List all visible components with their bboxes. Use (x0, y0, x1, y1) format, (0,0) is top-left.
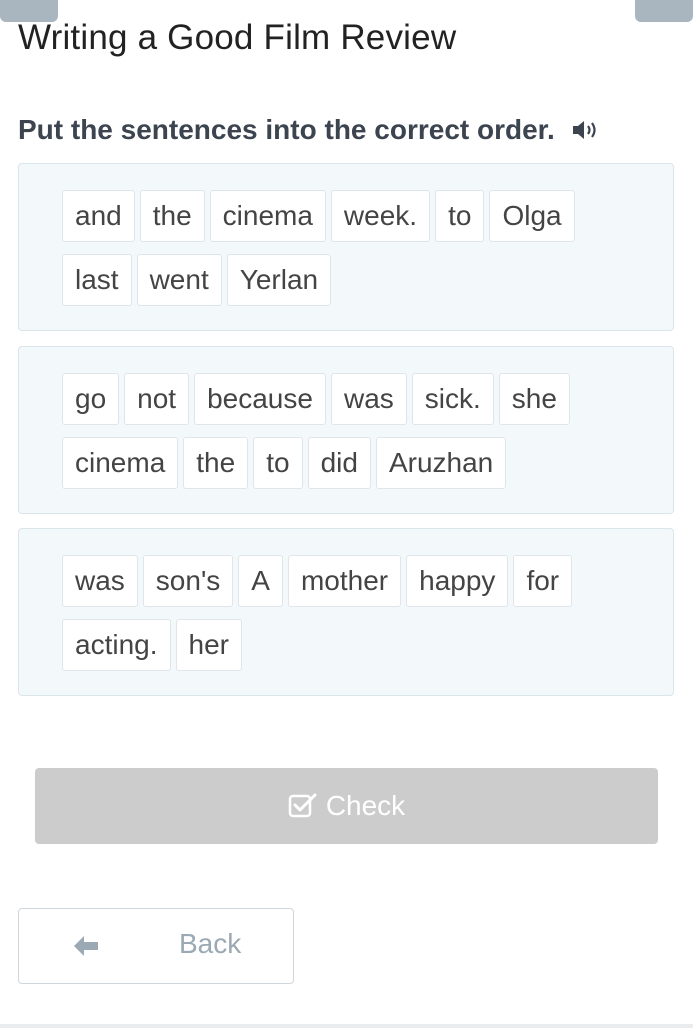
checkbox-check-icon (288, 792, 318, 820)
back-label: Back (179, 928, 242, 959)
word-chip[interactable]: was (330, 373, 407, 425)
word-chip[interactable]: not (124, 373, 190, 425)
word-chip[interactable]: went (136, 254, 222, 306)
word-chip[interactable]: cinema (209, 190, 326, 242)
word-chip[interactable]: did (307, 437, 371, 489)
word-chip[interactable]: acting. (62, 619, 171, 671)
word-row: last went Yerlan (62, 254, 332, 306)
word-chip[interactable]: son's (142, 555, 234, 607)
word-chip[interactable]: week. (330, 190, 431, 242)
instruction: Put the sentences into the correct order… (18, 114, 601, 146)
word-row: acting. her (62, 619, 242, 671)
word-chip[interactable]: to (435, 190, 485, 242)
sentence-panel-3[interactable]: was son's A mother happy for acting. her (18, 528, 674, 696)
page-title: Writing a Good Film Review (18, 18, 457, 57)
word-chip[interactable]: was (62, 555, 138, 607)
word-chip[interactable]: Aruzhan (375, 437, 507, 489)
word-chip[interactable]: and (62, 190, 135, 242)
word-chip[interactable]: happy (406, 555, 509, 607)
word-chip[interactable]: Olga (489, 190, 575, 242)
word-chip[interactable]: go (62, 373, 120, 425)
word-chip[interactable]: last (62, 254, 132, 306)
word-chip[interactable]: cinema (62, 437, 179, 489)
speaker-icon[interactable] (571, 117, 601, 143)
word-chip[interactable]: she (498, 373, 570, 425)
word-chip[interactable]: mother (287, 555, 402, 607)
word-row: and the cinema week. to Olga (62, 190, 575, 242)
sentence-panel-2[interactable]: go not because was sick. she cinema the … (18, 346, 674, 514)
word-row: cinema the to did Aruzhan (62, 437, 507, 489)
word-chip[interactable]: Yerlan (226, 254, 332, 306)
top-right-tab[interactable] (635, 0, 693, 22)
arrow-left-icon (71, 933, 101, 959)
check-label: Check (325, 790, 406, 821)
word-chip[interactable]: A (238, 555, 283, 607)
back-button[interactable]: Back (18, 908, 294, 984)
check-button[interactable]: Check (35, 768, 658, 844)
sentence-panel-1[interactable]: and the cinema week. to Olga last went Y… (18, 163, 674, 331)
word-chip[interactable]: the (183, 437, 249, 489)
word-chip[interactable]: the (139, 190, 205, 242)
word-row: was son's A mother happy for (62, 555, 573, 607)
bottom-divider (0, 1024, 693, 1028)
word-chip[interactable]: to (253, 437, 303, 489)
instruction-text: Put the sentences into the correct order… (18, 114, 555, 145)
word-chip[interactable]: sick. (411, 373, 494, 425)
word-chip[interactable]: because (194, 373, 326, 425)
word-row: go not because was sick. she (62, 373, 570, 425)
word-chip[interactable]: for (513, 555, 573, 607)
word-chip[interactable]: her (175, 619, 242, 671)
